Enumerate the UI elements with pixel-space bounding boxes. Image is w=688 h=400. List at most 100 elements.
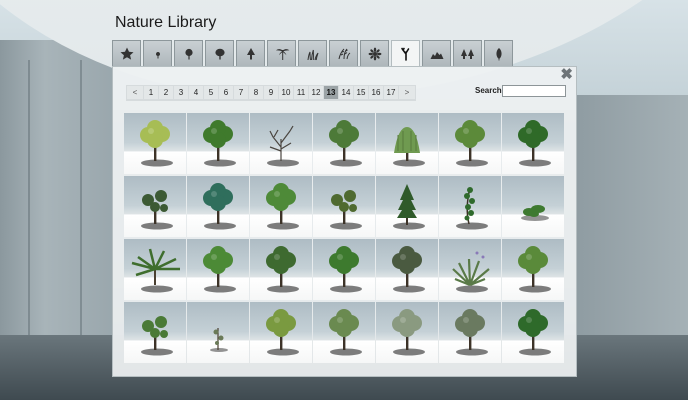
star-icon	[120, 47, 133, 60]
tab-flower[interactable]	[360, 40, 389, 66]
willow-plant-image	[393, 127, 425, 167]
plant-thumbnail[interactable]	[502, 302, 564, 363]
plant-thumbnail[interactable]	[502, 239, 564, 300]
plant-thumbnail[interactable]	[313, 176, 375, 237]
page-button[interactable]: 16	[369, 86, 383, 99]
page-button[interactable]: 10	[279, 86, 293, 99]
page-button[interactable]: 13	[324, 86, 338, 99]
shrub-plant-image	[521, 205, 549, 221]
left-pillar	[0, 40, 112, 370]
plant-thumbnail[interactable]	[313, 302, 375, 363]
leafy-plant-image	[455, 309, 488, 356]
vine-plant-image	[456, 187, 488, 230]
tab-forest[interactable]	[453, 40, 482, 66]
search-input[interactable]	[502, 85, 566, 97]
leafy-plant-image	[266, 183, 299, 230]
pagination: <1 2 3 4 5 6 7 8 9 10 11 12 13 14 15 16 17 >	[126, 85, 416, 101]
plant-thumbnail[interactable]	[250, 239, 312, 300]
conifer-icon	[246, 47, 255, 59]
plant-thumbnail[interactable]	[124, 239, 186, 300]
category-tabs	[112, 40, 513, 66]
leafy-plant-image	[140, 120, 173, 167]
page-button[interactable]: 8	[249, 86, 263, 99]
plant-thumbnail[interactable]	[124, 176, 186, 237]
leafy-plant-image	[203, 246, 236, 293]
plant-thumbnail[interactable]	[439, 176, 501, 237]
leafy-plant-image	[266, 246, 299, 293]
sparse-plant-image	[141, 190, 173, 230]
page-button[interactable]: 5	[204, 86, 218, 99]
page-button[interactable]: 7	[234, 86, 248, 99]
tab-leaf[interactable]	[484, 40, 513, 66]
agave-plant-image	[452, 251, 490, 293]
round-tree-icon	[184, 48, 193, 59]
page-button[interactable]: 9	[264, 86, 278, 99]
plant-thumbnail[interactable]	[250, 176, 312, 237]
tab-small-tree[interactable]	[143, 40, 172, 66]
app-title: Nature Library	[115, 14, 217, 31]
plant-thumbnail[interactable]	[124, 113, 186, 174]
rock-icon	[430, 51, 443, 59]
leafy-plant-image	[518, 120, 551, 167]
tab-fern[interactable]	[329, 40, 358, 66]
plant-thumbnail[interactable]	[439, 239, 501, 300]
tab-bare-tree[interactable]	[391, 40, 420, 66]
page-button[interactable]: 3	[174, 86, 188, 99]
tab-conifer[interactable]	[236, 40, 265, 66]
tab-grass[interactable]	[298, 40, 327, 66]
plant-thumbnail[interactable]	[187, 113, 249, 174]
next-page-button[interactable]: >	[399, 86, 415, 99]
page-button[interactable]: 11	[294, 86, 308, 99]
plant-thumbnail[interactable]	[124, 302, 186, 363]
small-tree-icon	[155, 51, 160, 58]
bare-plant-image	[267, 125, 299, 167]
thumbnail-grid	[124, 113, 564, 363]
page-button[interactable]: 2	[159, 86, 173, 99]
plant-thumbnail[interactable]	[439, 302, 501, 363]
plant-thumbnail[interactable]	[250, 113, 312, 174]
plant-thumbnail[interactable]	[376, 176, 438, 237]
plant-thumbnail[interactable]	[187, 239, 249, 300]
plant-thumbnail[interactable]	[439, 113, 501, 174]
leafy-plant-image	[329, 246, 362, 293]
sparse-plant-image	[330, 190, 362, 230]
sparse-plant-image	[141, 316, 173, 356]
plant-thumbnail[interactable]	[376, 302, 438, 363]
page-button[interactable]: 12	[309, 86, 323, 99]
leafy-plant-image	[266, 309, 299, 356]
tab-palm[interactable]	[267, 40, 296, 66]
tab-round-tree[interactable]	[174, 40, 203, 66]
plant-thumbnail[interactable]	[376, 239, 438, 300]
search-label: Search	[475, 86, 502, 95]
page-button[interactable]: 15	[354, 86, 368, 99]
close-icon[interactable]: ✖	[560, 67, 573, 82]
plant-thumbnail[interactable]	[313, 113, 375, 174]
grass-icon	[307, 49, 318, 60]
leafy-plant-image	[392, 309, 425, 356]
page-button[interactable]: 4	[189, 86, 203, 99]
leafy-plant-image	[203, 120, 236, 167]
leafy-plant-image	[518, 246, 551, 293]
tab-rock[interactable]	[422, 40, 451, 66]
plant-thumbnail[interactable]	[313, 239, 375, 300]
plant-thumbnail[interactable]	[376, 113, 438, 174]
page-button[interactable]: 17	[384, 86, 398, 99]
plant-thumbnail[interactable]	[187, 302, 249, 363]
plant-thumbnail[interactable]	[502, 113, 564, 174]
tab-star[interactable]	[112, 40, 141, 66]
fern-icon	[338, 48, 350, 59]
bare-tree-icon	[400, 47, 409, 61]
tab-broad-tree[interactable]	[205, 40, 234, 66]
plant-thumbnail[interactable]	[250, 302, 312, 363]
plant-thumbnail[interactable]	[187, 176, 249, 237]
pillar-groove	[28, 60, 30, 350]
prev-page-button[interactable]: <	[127, 86, 143, 99]
broad-tree-icon	[214, 48, 225, 59]
page-button[interactable]: 6	[219, 86, 233, 99]
leafy-plant-image	[203, 183, 236, 230]
plant-thumbnail[interactable]	[502, 176, 564, 237]
leafy-plant-image	[392, 246, 425, 293]
page-button[interactable]: 1	[144, 86, 158, 99]
page-button[interactable]: 14	[339, 86, 353, 99]
leafy-plant-image	[329, 309, 362, 356]
